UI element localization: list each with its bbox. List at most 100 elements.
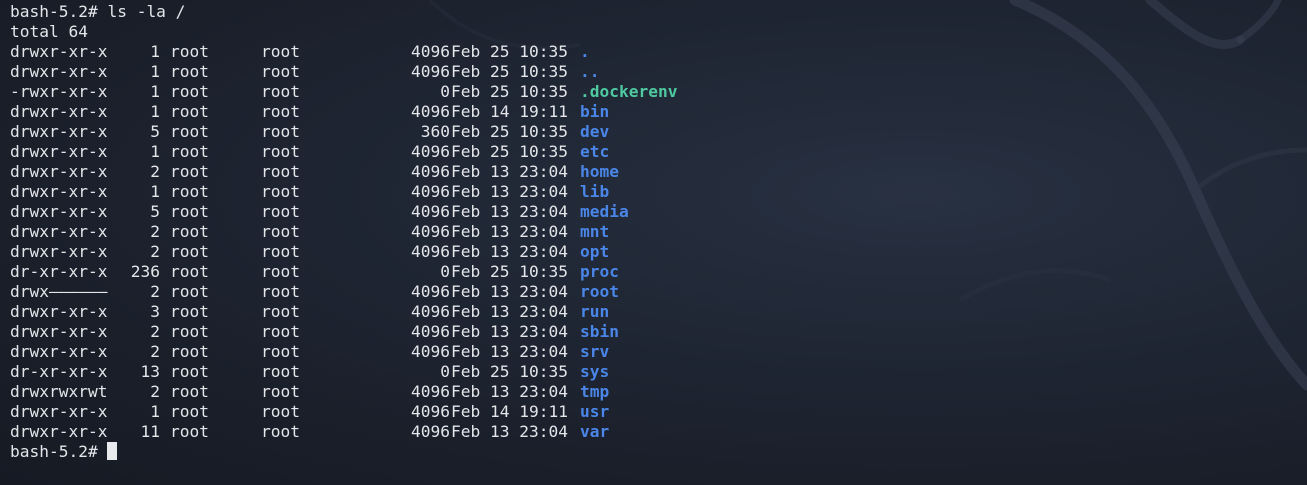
entry-name: . bbox=[580, 42, 590, 61]
entry-size: 4096 bbox=[411, 242, 450, 261]
entry-date: Feb 13 23:04 bbox=[451, 422, 568, 441]
entry-date: Feb 25 10:35 bbox=[451, 42, 568, 61]
entry-name: root bbox=[580, 282, 619, 301]
entry-name: bin bbox=[580, 102, 610, 121]
entry-owner: root bbox=[170, 322, 209, 341]
text-cursor bbox=[107, 442, 118, 460]
entry-size: 0 bbox=[440, 82, 450, 101]
listing-row: drwxr-xr-x 1 root root 4096 Feb 25 10:35 etc bbox=[10, 142, 1307, 162]
entry-group: root bbox=[261, 402, 300, 421]
listing-row: drwxr-xr-x 5 root root 4096 Feb 13 23:04 media bbox=[10, 202, 1307, 222]
entry-owner: root bbox=[170, 422, 209, 441]
entry-group: root bbox=[261, 162, 300, 181]
listing-row: drwxr-xr-x 1 root root 4096 Feb 25 10:35. bbox=[10, 42, 1307, 62]
entry-permissions: drwxrwxrwt bbox=[10, 382, 108, 401]
listing-row: drwxr-xr-x 1 root root 4096 Feb 13 23:04 lib bbox=[10, 182, 1307, 202]
entry-date: Feb 13 23:04 bbox=[451, 282, 568, 301]
prompt-line[interactable]: bash-5.2# bbox=[10, 442, 1307, 462]
entry-group: root bbox=[261, 422, 300, 441]
entry-group: root bbox=[261, 122, 300, 141]
entry-size: 4096 bbox=[411, 102, 450, 121]
entry-permissions: drwxr-xr-x bbox=[10, 62, 108, 81]
entry-permissions: drwxr-xr-x bbox=[10, 302, 108, 321]
entry-name: sbin bbox=[580, 322, 619, 341]
entry-group: root bbox=[261, 262, 300, 281]
listing-row: drwxr-xr-x 1 root root 4096 Feb 14 19:11 usr bbox=[10, 402, 1307, 422]
total-line: total 64 bbox=[10, 22, 88, 41]
entry-permissions: drwxr-xr-x bbox=[10, 242, 108, 261]
entry-size: 4096 bbox=[411, 422, 450, 441]
listing-row: dr-xr-xr-x 13 root root 0 Feb 25 10:35 sys bbox=[10, 362, 1307, 382]
entry-links: 5 bbox=[150, 122, 160, 141]
entry-owner: root bbox=[170, 202, 209, 221]
entry-owner: root bbox=[170, 302, 209, 321]
entry-links: 5 bbox=[150, 202, 160, 221]
entry-owner: root bbox=[170, 162, 209, 181]
entry-size: 4096 bbox=[411, 202, 450, 221]
listing-row: drwxrwxrwt 2 root root 4096 Feb 13 23:04 tmp bbox=[10, 382, 1307, 402]
entry-permissions: dr-xr-xr-x bbox=[10, 362, 108, 381]
entry-permissions: drwxr-xr-x bbox=[10, 422, 108, 441]
listing-row: drwxr-xr-x 2 root root 4096 Feb 13 23:04 opt bbox=[10, 242, 1307, 262]
entry-owner: root bbox=[170, 402, 209, 421]
entry-date: Feb 25 10:35 bbox=[451, 262, 568, 281]
entry-size: 4096 bbox=[411, 322, 450, 341]
entry-size: 4096 bbox=[411, 142, 450, 161]
entry-links: 11 bbox=[140, 422, 161, 441]
entry-date: Feb 13 23:04 bbox=[451, 242, 568, 261]
entry-group: root bbox=[261, 82, 300, 101]
entry-name: .. bbox=[580, 62, 600, 81]
listing-row: drwxr-xr-x 2 root root 4096 Feb 13 23:04 srv bbox=[10, 342, 1307, 362]
entry-group: root bbox=[261, 202, 300, 221]
entry-permissions: drwxr-xr-x bbox=[10, 202, 108, 221]
directory-listing: drwxr-xr-x 1 root root 4096 Feb 25 10:35. drwx… bbox=[10, 42, 1307, 442]
entry-date: Feb 13 23:04 bbox=[451, 182, 568, 201]
entry-owner: root bbox=[170, 142, 209, 161]
entry-date: Feb 25 10:35 bbox=[451, 62, 568, 81]
entry-size: 4096 bbox=[411, 162, 450, 181]
entry-group: root bbox=[261, 282, 300, 301]
entry-owner: root bbox=[170, 42, 209, 61]
entry-date: Feb 13 23:04 bbox=[451, 302, 568, 321]
terminal-window[interactable]: bash-5.2# ls -la / total 64 drwxr-xr-x 1 r… bbox=[0, 0, 1307, 485]
entry-name: proc bbox=[580, 262, 619, 281]
entry-name: run bbox=[580, 302, 610, 321]
entry-owner: root bbox=[170, 222, 209, 241]
entry-owner: root bbox=[170, 102, 209, 121]
entry-owner: root bbox=[170, 362, 209, 381]
listing-row: dr-xr-xr-x 236 root root 0 Feb 25 10:35 proc bbox=[10, 262, 1307, 282]
entry-permissions: -rwxr-xr-x bbox=[10, 82, 108, 101]
entry-name: etc bbox=[580, 142, 610, 161]
entry-date: Feb 25 10:35 bbox=[451, 82, 568, 101]
entry-permissions: drwxr-xr-x bbox=[10, 102, 108, 121]
entry-name: var bbox=[580, 422, 610, 441]
entry-date: Feb 25 10:35 bbox=[451, 122, 568, 141]
listing-row: drwxr-xr-x 2 root root 4096 Feb 13 23:04 sbin bbox=[10, 322, 1307, 342]
entry-size: 4096 bbox=[411, 42, 450, 61]
entry-group: root bbox=[261, 322, 300, 341]
listing-row: drwxr-xr-x 2 root root 4096 Feb 13 23:04 home bbox=[10, 162, 1307, 182]
entry-permissions: drwxr-xr-x bbox=[10, 342, 108, 361]
entry-owner: root bbox=[170, 342, 209, 361]
listing-row: drwxr-xr-x 5 root root 360 Feb 25 10:35 dev bbox=[10, 122, 1307, 142]
entry-links: 13 bbox=[140, 362, 161, 381]
entry-group: root bbox=[261, 142, 300, 161]
entry-size: 4096 bbox=[411, 402, 450, 421]
entry-group: root bbox=[261, 242, 300, 261]
entry-name: lib bbox=[580, 182, 610, 201]
entry-date: Feb 13 23:04 bbox=[451, 162, 568, 181]
entry-date: Feb 13 23:04 bbox=[451, 222, 568, 241]
entry-links: 1 bbox=[150, 142, 160, 161]
entry-owner: root bbox=[170, 282, 209, 301]
entry-links: 1 bbox=[150, 402, 160, 421]
entry-group: root bbox=[261, 382, 300, 401]
listing-row: drwx—————— 2 root root 4096 Feb 13 23:04 root bbox=[10, 282, 1307, 302]
entry-permissions: drwxr-xr-x bbox=[10, 222, 108, 241]
entry-permissions: drwxr-xr-x bbox=[10, 322, 108, 341]
entry-permissions: dr-xr-xr-x bbox=[10, 262, 108, 281]
entry-name: home bbox=[580, 162, 619, 181]
entry-permissions: drwxr-xr-x bbox=[10, 42, 108, 61]
entry-size: 4096 bbox=[411, 282, 450, 301]
entry-date: Feb 25 10:35 bbox=[451, 362, 568, 381]
entry-size: 4096 bbox=[411, 62, 450, 81]
